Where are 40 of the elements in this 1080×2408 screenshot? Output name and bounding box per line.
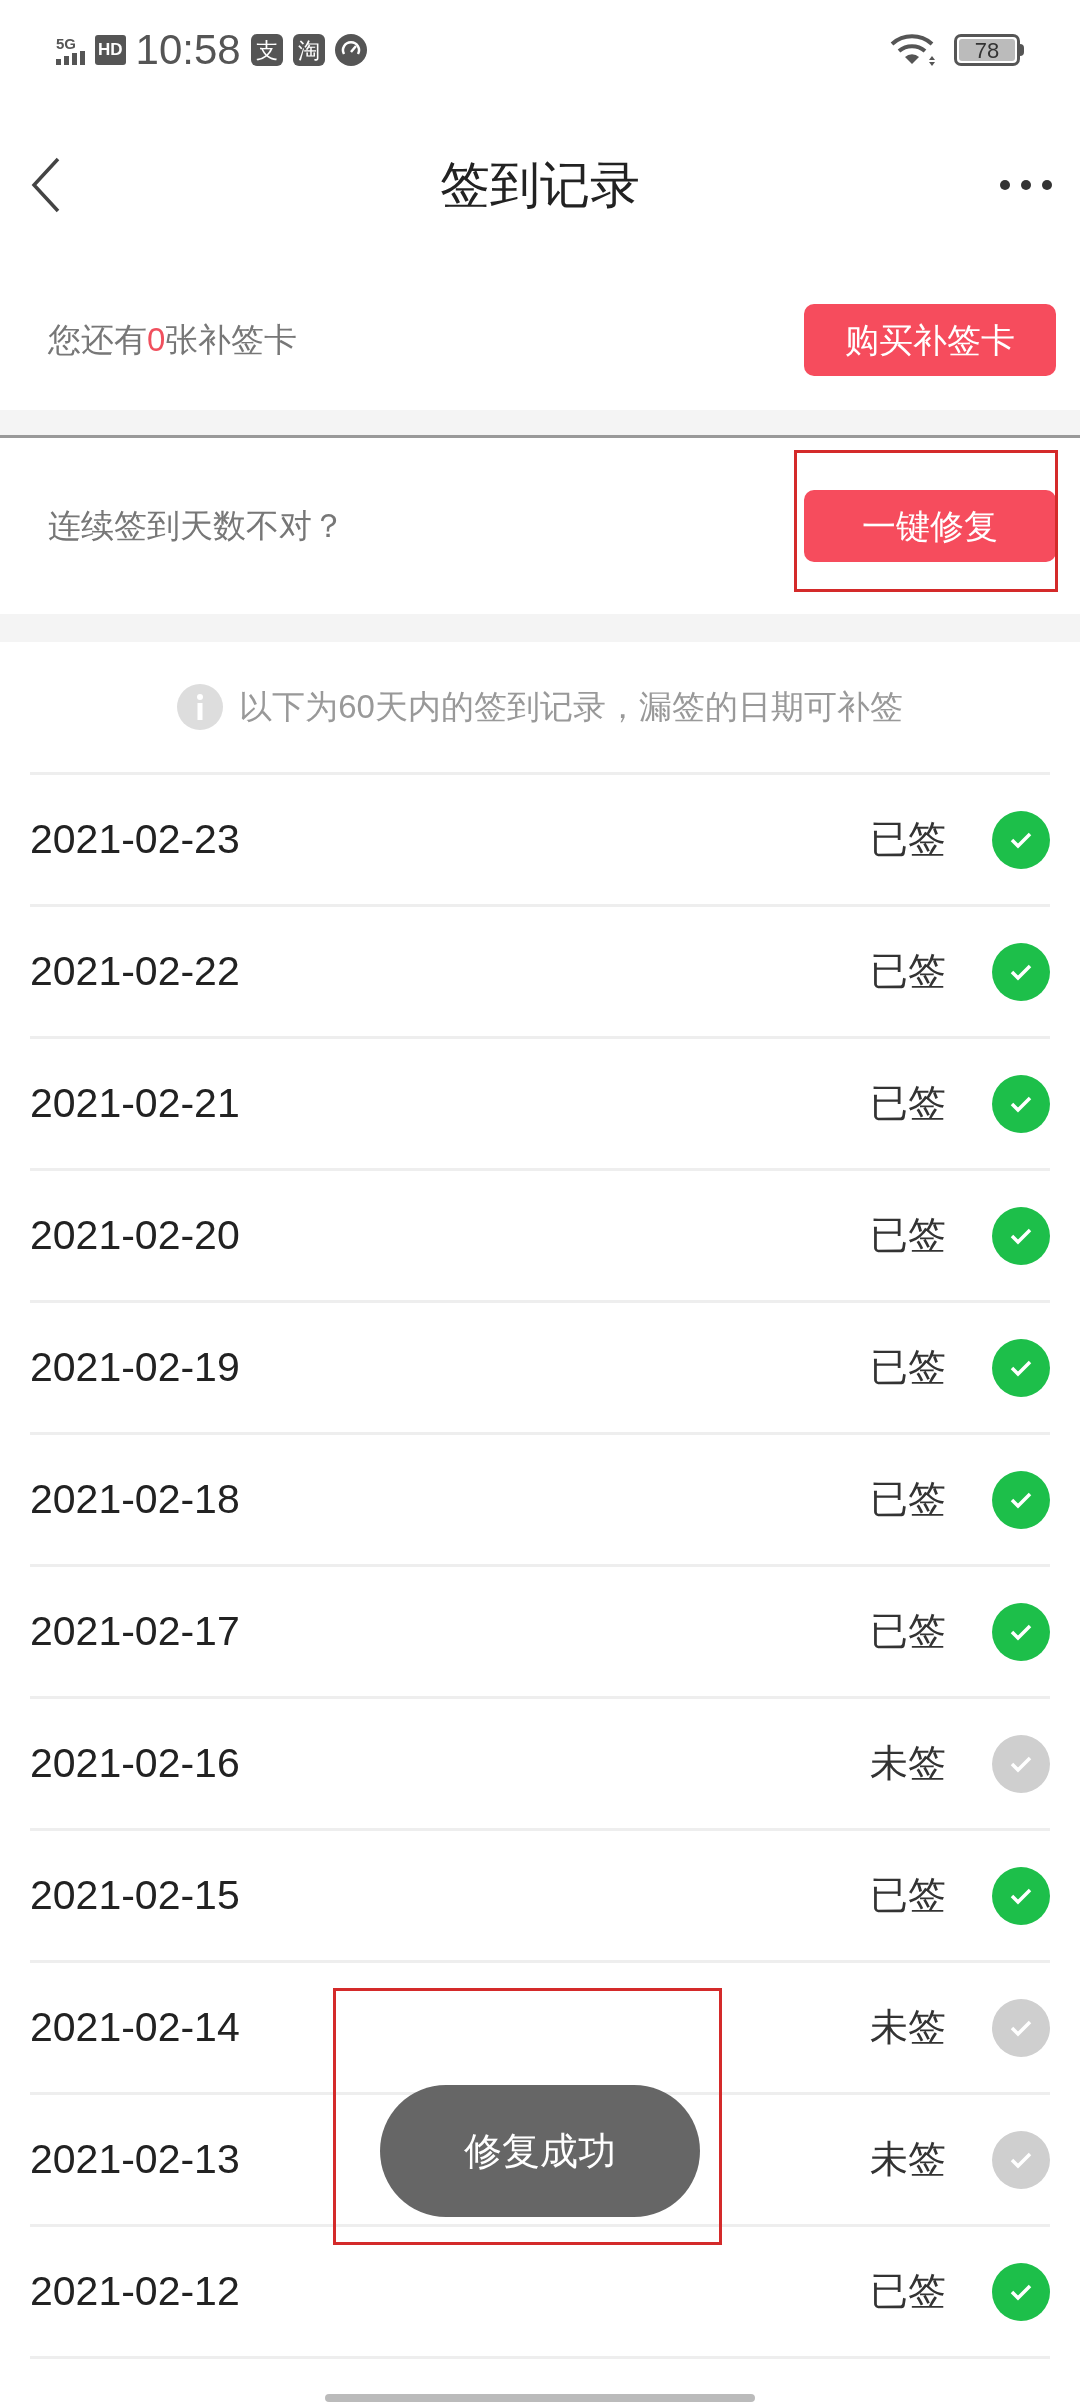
app-notification-icon: 淘 [292, 34, 325, 66]
record-date: 2021-02-12 [30, 2266, 240, 2316]
record-date: 2021-02-16 [30, 1738, 240, 1788]
buy-card-button[interactable]: 购买补签卡 [804, 304, 1056, 376]
card-count-text: 您还有0张补签卡 [48, 320, 298, 361]
wifi-icon [890, 32, 938, 68]
record-date: 2021-02-23 [30, 814, 240, 864]
one-click-repair-button[interactable]: 一键修复 [804, 490, 1056, 562]
record-date: 2021-02-22 [30, 946, 240, 996]
battery-level: 78 [959, 39, 1015, 61]
sign-status: 已签 [870, 2269, 946, 2314]
sign-status: 未签 [870, 1741, 946, 1786]
gauge-icon [334, 34, 367, 66]
record-date: 2021-02-15 [30, 1870, 240, 1920]
record-date: 2021-02-19 [30, 1342, 240, 1392]
toast-message: 修复成功 [380, 2085, 700, 2217]
record-date: 2021-02-14 [30, 2002, 240, 2052]
sign-status: 已签 [870, 817, 946, 862]
sign-status: 未签 [870, 2137, 946, 2182]
record-date: 2021-02-20 [30, 1210, 240, 1260]
record-date: 2021-02-13 [30, 2134, 240, 2184]
sign-status: 已签 [870, 1345, 946, 1390]
sign-status: 已签 [870, 1081, 946, 1126]
record-date: 2021-02-21 [30, 1078, 240, 1128]
sign-status: 未签 [870, 2005, 946, 2050]
app-notification-icon: 支 [250, 34, 283, 66]
notice-text: 以下为60天内的签到记录，漏签的日期可补签 [239, 687, 903, 728]
record-date: 2021-02-18 [30, 1474, 240, 1524]
info-icon [177, 684, 224, 730]
sign-status: 已签 [870, 1873, 946, 1918]
clock-time: 10:58 [135, 29, 241, 71]
hd-badge: HD [95, 35, 126, 65]
sign-status: 已签 [870, 1477, 946, 1522]
page-title: 签到记录 [440, 155, 640, 215]
repair-question-text: 连续签到天数不对？ [48, 506, 345, 547]
sign-status: 已签 [870, 1609, 946, 1654]
sign-status: 已签 [870, 949, 946, 994]
sign-status: 已签 [870, 1213, 946, 1258]
more-options-icon[interactable] [1000, 179, 1052, 191]
record-date: 2021-02-17 [30, 1606, 240, 1656]
